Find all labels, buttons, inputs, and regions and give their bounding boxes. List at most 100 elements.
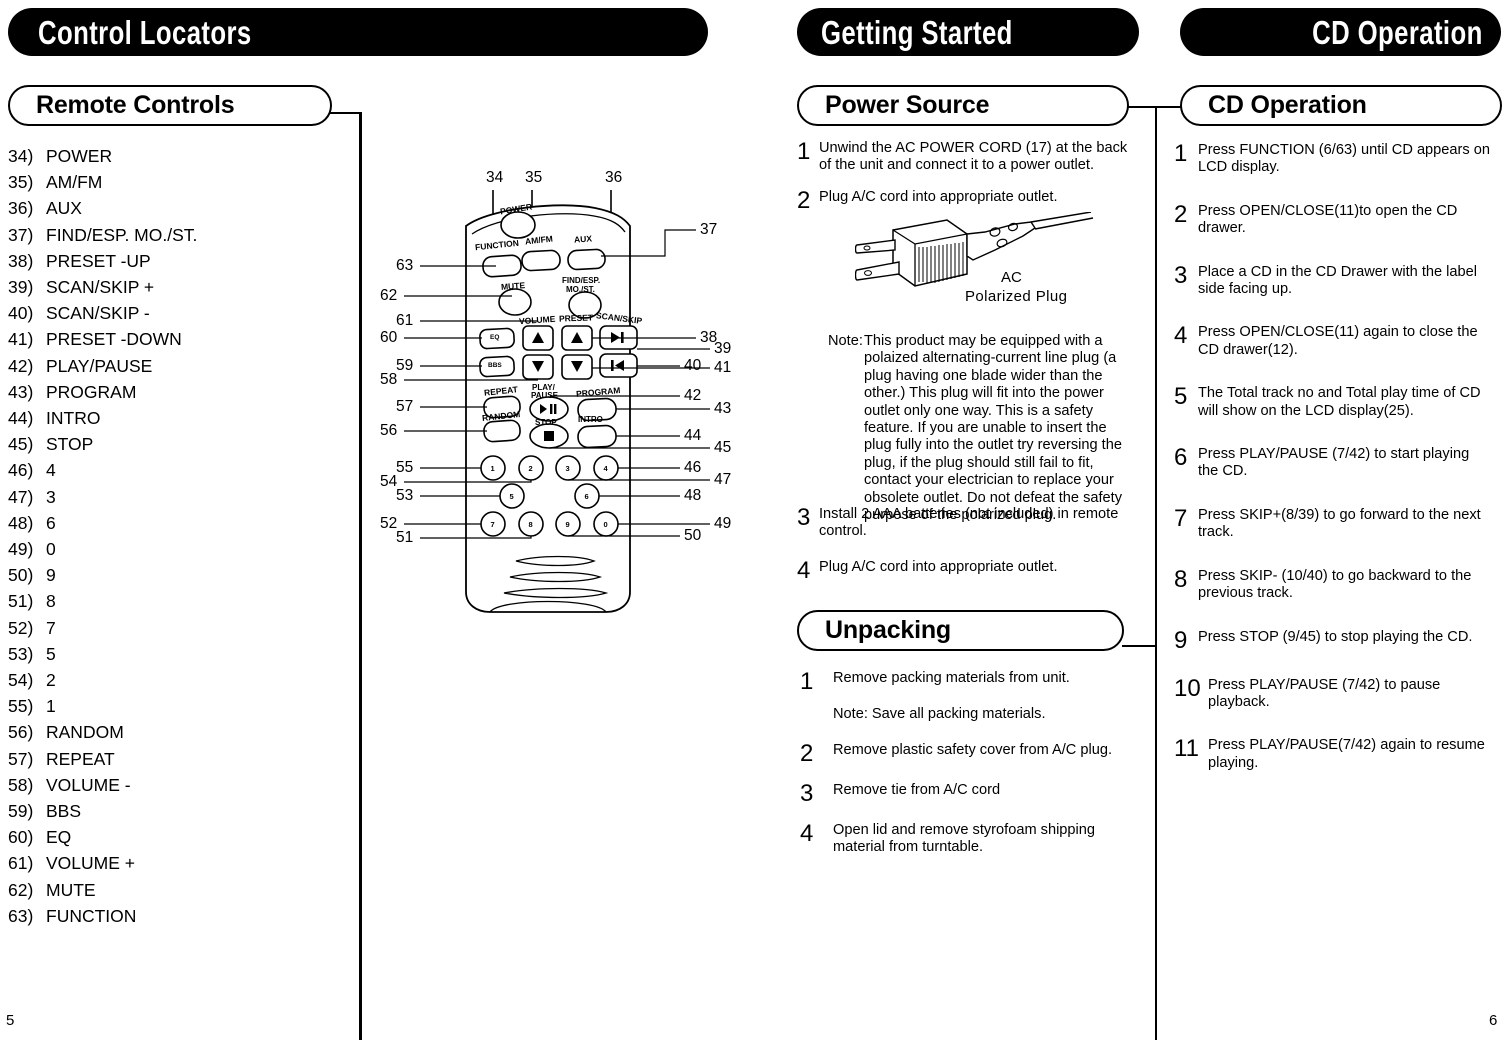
banner-control-locators: Control Locators	[8, 8, 708, 56]
divider-stub-cd-operation	[1155, 106, 1182, 108]
control-locator-number: 41)	[8, 329, 34, 350]
remote-keycap: 4	[603, 464, 608, 473]
step-text: Remove packing materials from unit.	[833, 670, 1070, 686]
control-locator-number: 35)	[8, 172, 34, 193]
ac-plug-caption-line1: AC	[1001, 269, 1022, 286]
control-locator-number: 45)	[8, 434, 34, 455]
control-locator-number: 50)	[8, 565, 34, 586]
control-locator-number: 43)	[8, 381, 34, 402]
control-locator-label: RANDOM	[46, 722, 124, 743]
control-locator-row: 51) 8	[8, 588, 197, 614]
control-locator-row: 34) POWER	[8, 143, 197, 169]
step: 4 Plug A/C cord into appropriate outlet.	[797, 558, 1142, 582]
step-number: 3	[800, 779, 814, 807]
control-locator-number: 34)	[8, 146, 34, 166]
step-text: The Total track no and Total play time o…	[1198, 385, 1481, 419]
control-locator-number: 49)	[8, 539, 34, 560]
step: 1 Press FUNCTION (6/63) until CD appears …	[1174, 142, 1504, 177]
control-locator-label: 9	[46, 565, 56, 586]
diagram-callout-number: 59	[396, 357, 414, 374]
remote-label-intro: INTRO	[578, 415, 603, 424]
cd-operation-steps: 1 Press FUNCTION (6/63) until CD appears …	[1174, 142, 1504, 778]
step-text: Remove tie from A/C cord	[833, 781, 1001, 798]
step-text: Press SKIP+(8/39) to go forward to the n…	[1198, 506, 1481, 541]
control-locator-label: PLAY/PAUSE	[46, 355, 153, 376]
step: 1 Remove packing materials from unit. No…	[800, 670, 1145, 724]
diagram-callout-number: 35	[525, 169, 543, 186]
divider-stub-power-source	[1127, 106, 1157, 108]
divider-column-1	[359, 112, 362, 1040]
pill-remote-controls-label: Remote Controls	[36, 91, 235, 119]
control-locator-row: 38) PRESET -UP	[8, 248, 197, 274]
pill-cd-operation: CD Operation	[1180, 85, 1502, 126]
step-number: 10	[1174, 674, 1201, 702]
step-text: Unwind the AC POWER CORD (17) at the bac…	[819, 140, 1128, 174]
step-number: 3	[797, 504, 811, 531]
control-locator-label: REPEAT	[46, 748, 115, 769]
step: 3 Place a CD in the CD Drawer with the la…	[1174, 263, 1504, 299]
step: 3 Install 2 AAA batteries (not included)…	[797, 506, 1142, 541]
diagram-callout-number: 49	[714, 515, 732, 532]
step: 6 Press PLAY/PAUSE (7/42) to start playin…	[1174, 446, 1504, 481]
pill-power-source: Power Source	[797, 85, 1129, 126]
diagram-callout-number: 40	[684, 357, 702, 374]
diagram-callout-number: 42	[684, 387, 702, 404]
control-locator-label: 0	[46, 539, 56, 560]
step: 1 Unwind the AC POWER CORD (17) at the b…	[797, 140, 1142, 175]
diagram-callout-number: 57	[396, 398, 414, 415]
control-locator-number: 52)	[8, 617, 34, 638]
step: 2 Plug A/C cord into appropriate outlet.	[797, 188, 1142, 212]
control-locator-label: AUX	[46, 198, 82, 219]
control-locator-row: 42) PLAY/PAUSE	[8, 353, 197, 379]
remote-keycap: 0	[603, 520, 608, 529]
step-text: Open lid and remove styrofoam shipping m…	[833, 821, 1096, 856]
control-locator-label: 4	[46, 460, 56, 481]
diagram-callout-number: 58	[380, 371, 398, 388]
remote-keycap: 7	[490, 520, 495, 529]
control-locator-label: AM/FM	[46, 172, 103, 193]
control-locator-number: 51)	[8, 591, 34, 612]
control-locator-number: 42)	[8, 355, 34, 376]
control-locator-label: 7	[46, 617, 56, 638]
diagram-callout-number: 36	[605, 169, 623, 186]
page-number-right: 6	[1489, 1012, 1498, 1029]
remote-control-diagram: POWER FUNCTION AM/FM AUX MUTE FIND/ESP. …	[380, 168, 731, 633]
diagram-callout-number: 60	[380, 329, 398, 346]
control-locator-label: 8	[46, 591, 56, 612]
control-locator-label: 5	[46, 643, 56, 664]
step-text: Press SKIP- (10/40) to go backward to th…	[1198, 567, 1472, 602]
step: 4 Open lid and remove styrofoam shipping…	[800, 821, 1145, 857]
ac-plug-figure	[855, 212, 1095, 294]
control-locator-row: 47) 3	[8, 484, 197, 510]
unpacking-steps: 1 Remove packing materials from unit. No…	[800, 670, 1145, 863]
pill-unpacking-label: Unpacking	[825, 616, 951, 644]
remote-label-aux: AUX	[573, 233, 593, 245]
control-locator-label: 1	[46, 696, 56, 717]
control-locator-label: PRESET -DOWN	[46, 329, 182, 350]
step: 2 Remove plastic safety cover from A/C p…	[800, 741, 1145, 765]
step: 5 The Total track no and Total play time …	[1174, 385, 1504, 420]
remote-label-find-esp: FIND/ESP.	[562, 276, 601, 285]
control-locator-row: 35) AM/FM	[8, 169, 197, 195]
control-locator-row: 48) 6	[8, 510, 197, 536]
control-locator-row: 43) PROGRAM	[8, 379, 197, 405]
control-locator-row: 46) 4	[8, 457, 197, 483]
control-locator-number: 36)	[8, 198, 34, 219]
step-number: 5	[1174, 383, 1188, 411]
power-source-note: Note: This product may be equipped with …	[828, 333, 1148, 524]
control-locator-label: SCAN/SKIP -	[46, 303, 150, 324]
control-locator-label: STOP	[46, 434, 94, 455]
step-text: Press PLAY/PAUSE (7/42) to pause playbac…	[1208, 676, 1441, 710]
banner-cd-operation-label: CD Operation	[1312, 13, 1483, 51]
control-locator-row: 62) MUTE	[8, 877, 197, 903]
diagram-callout-number: 41	[714, 359, 732, 376]
control-locator-label: MUTE	[46, 879, 96, 900]
control-locator-list: 34) POWER 35) AM/FM 36) AUX 37) FIND/ESP. MO./S…	[8, 143, 197, 929]
diagram-callout-number: 43	[714, 400, 732, 417]
diagram-callout-number: 47	[714, 471, 732, 488]
step-number: 1	[1174, 140, 1188, 167]
control-locator-number: 48)	[8, 512, 34, 533]
control-locator-row: 49) 0	[8, 536, 197, 562]
control-locator-row: 41) PRESET -DOWN	[8, 326, 197, 352]
control-locator-number: 46)	[8, 460, 34, 481]
